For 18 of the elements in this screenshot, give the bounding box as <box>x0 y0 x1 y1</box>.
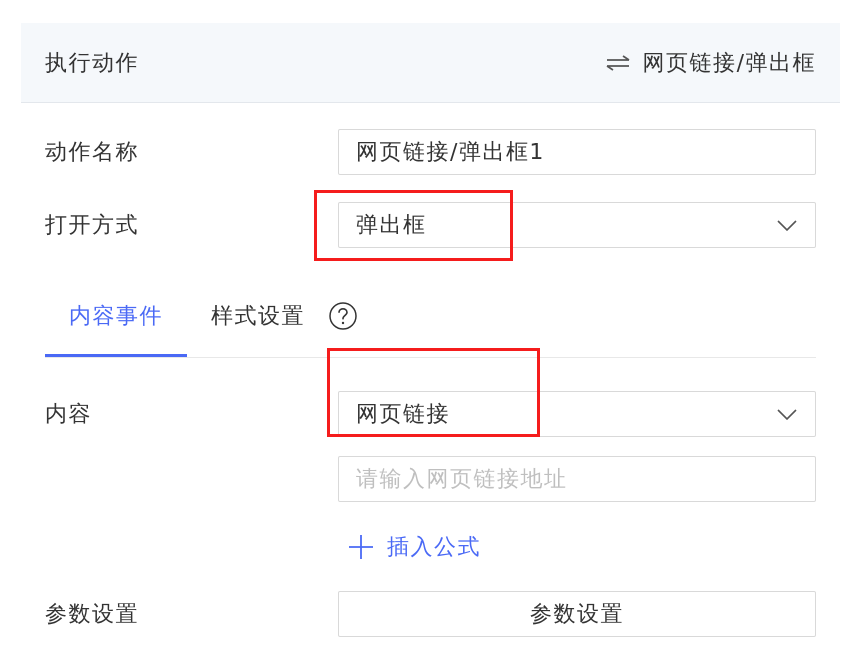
select-dropdown[interactable]: 弹出框 <box>338 202 816 248</box>
plus-icon <box>349 534 373 558</box>
field-label: 内容 <box>45 402 92 427</box>
input-field[interactable]: 网页链接/弹出框1 <box>338 129 816 175</box>
swap-arrows-icon <box>606 54 630 70</box>
field-label: 打开方式 <box>45 213 139 238</box>
tab[interactable]: 样式设置 <box>187 277 329 357</box>
field-label: 动作名称 <box>45 140 139 165</box>
tab[interactable]: 内容事件 <box>45 277 187 357</box>
select-dropdown[interactable]: 网页链接 <box>338 391 816 437</box>
panel-title: 执行动作 <box>45 50 139 78</box>
help-icon[interactable] <box>329 302 357 330</box>
parameter-settings-button[interactable]: 参数设置 <box>338 591 816 637</box>
field-label: 参数设置 <box>45 602 139 627</box>
switch-action-link[interactable]: 网页链接/弹出框 <box>606 48 816 78</box>
chevron-down-icon <box>777 220 797 230</box>
insert-formula-link[interactable]: 插入公式 <box>349 532 481 562</box>
chevron-down-icon <box>777 408 797 420</box>
